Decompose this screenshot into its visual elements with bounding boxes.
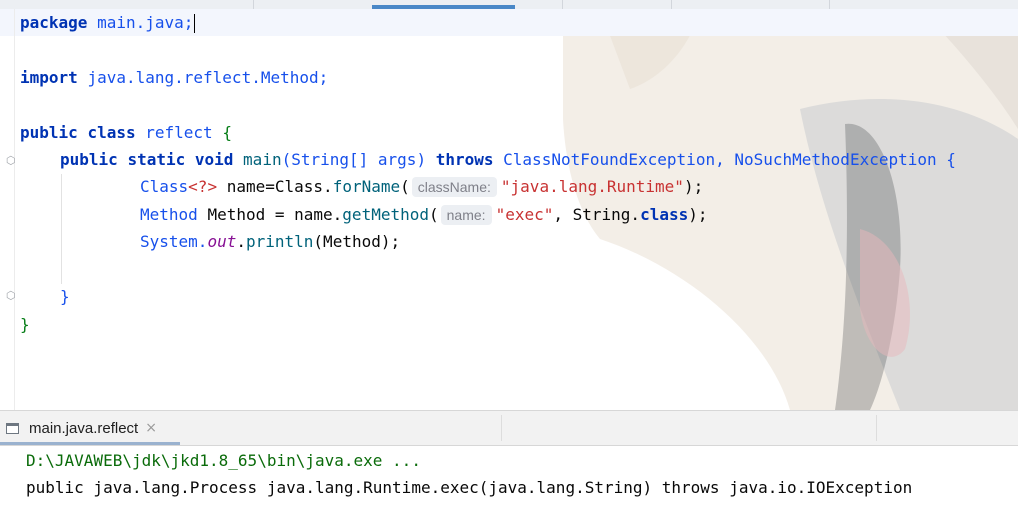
code-line-package[interactable]: package main.java; xyxy=(20,9,196,36)
active-tab-underline xyxy=(0,442,180,445)
keyword: package xyxy=(20,13,88,32)
generic: <?> xyxy=(188,177,218,196)
paren: ( xyxy=(400,177,410,196)
console-output-line: public java.lang.Process java.lang.Runti… xyxy=(26,478,913,497)
fold-marker-icon[interactable]: ⬡ xyxy=(6,289,16,302)
keyword: public xyxy=(20,123,78,142)
method-call: println xyxy=(245,232,314,251)
code-line-close-class[interactable]: } xyxy=(20,311,30,338)
exception-list: ClassNotFoundException, NoSuchMethodExce… xyxy=(503,150,956,169)
run-tab[interactable]: main.java.reflect × xyxy=(0,411,180,445)
code-line-println[interactable]: System.out.println(Method); xyxy=(140,228,400,255)
type-name: Method xyxy=(140,205,198,224)
run-tab-label: main.java.reflect xyxy=(29,419,139,437)
code-line-forname[interactable]: Class<?> name=Class.forName(className: "j… xyxy=(140,173,703,200)
brace: } xyxy=(60,287,70,306)
dot: . xyxy=(236,232,246,251)
code-editor[interactable]: ⬡ ⬡ package main.java; import java.lang.… xyxy=(0,9,1018,410)
variable-assignment: Method = name. xyxy=(207,205,343,224)
brace: { xyxy=(222,123,232,142)
type-name: Class xyxy=(140,177,189,196)
method-call: getMethod xyxy=(342,205,429,224)
code-line-class-decl[interactable]: public class reflect { xyxy=(20,119,232,146)
brace: } xyxy=(20,315,30,334)
keyword: import xyxy=(20,68,78,87)
toolbar-separator xyxy=(876,415,877,441)
tab-separator xyxy=(562,0,563,9)
toolbar-separator xyxy=(501,415,502,441)
static-field: out xyxy=(207,232,237,251)
fold-marker-icon[interactable]: ⬡ xyxy=(6,154,16,167)
paren: ); xyxy=(688,205,708,224)
assignment: name=Class. xyxy=(226,177,333,196)
tab-separator xyxy=(829,0,830,9)
string-literal: "java.lang.Runtime" xyxy=(500,177,684,196)
class-name: reflect xyxy=(145,123,213,142)
code-line-close-method[interactable]: } xyxy=(60,283,70,310)
indent-guide xyxy=(61,174,62,284)
run-tool-window-tabbar: main.java.reflect × xyxy=(0,410,1018,446)
code-line-main-decl[interactable]: public static void main(String[] args) t… xyxy=(60,146,956,173)
keyword: public xyxy=(60,150,118,169)
method-call: forName xyxy=(332,177,401,196)
keyword: class xyxy=(87,123,136,142)
import-path: java.lang.reflect.Method; xyxy=(87,68,329,87)
method-args: (Method); xyxy=(313,232,401,251)
class-ref: System. xyxy=(140,232,208,251)
paren: ); xyxy=(683,177,704,196)
method-name: main xyxy=(243,150,282,169)
tab-separator xyxy=(253,0,254,9)
keyword: static xyxy=(127,150,186,169)
paren: ( xyxy=(429,205,439,224)
text-caret xyxy=(194,14,196,33)
parameter-hint: className: xyxy=(411,177,497,197)
keyword: void xyxy=(194,150,234,169)
string-literal: "exec" xyxy=(495,205,554,224)
console-window-icon xyxy=(6,422,19,434)
package-name: main.java; xyxy=(97,13,194,32)
console-output[interactable]: D:\JAVAWEB\jdk\jkd1.8_65\bin\java.exe ..… xyxy=(0,446,1018,522)
close-icon[interactable]: × xyxy=(145,420,157,436)
keyword: class xyxy=(640,205,689,224)
tab-separator xyxy=(671,0,672,9)
gutter-divider xyxy=(14,9,15,410)
parameter-hint: name: xyxy=(440,205,492,225)
code-line-import[interactable]: import java.lang.reflect.Method; xyxy=(20,64,328,91)
keyword: throws xyxy=(435,150,494,169)
code-line-getmethod[interactable]: Method Method = name.getMethod(name: "exe… xyxy=(140,201,708,228)
console-command-line: D:\JAVAWEB\jdk\jkd1.8_65\bin\java.exe ..… xyxy=(26,451,421,470)
method-params: (String[] args) xyxy=(281,150,427,169)
punctuation: , String. xyxy=(553,205,641,224)
